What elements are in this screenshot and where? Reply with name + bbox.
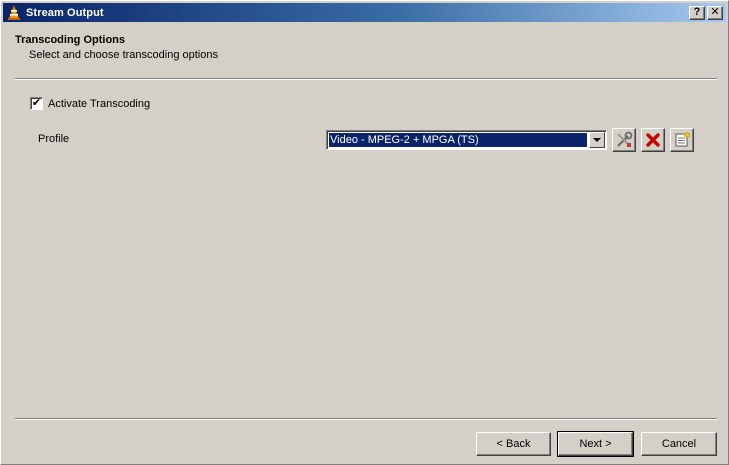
- edit-profile-button[interactable]: [612, 128, 636, 152]
- activate-transcoding-checkbox[interactable]: ✔: [30, 97, 43, 110]
- activate-transcoding-row[interactable]: ✔ Activate Transcoding: [30, 97, 150, 110]
- next-button-label: Next >: [579, 438, 612, 450]
- back-button[interactable]: < Back: [476, 432, 551, 456]
- help-icon: ?: [693, 6, 701, 18]
- back-button-label: < Back: [496, 438, 531, 450]
- dropdown-arrow-button[interactable]: [589, 132, 605, 148]
- page-title: Transcoding Options: [15, 34, 126, 46]
- close-button[interactable]: ✕: [707, 5, 723, 20]
- next-button[interactable]: Next >: [557, 431, 634, 457]
- close-icon: ✕: [710, 6, 720, 18]
- stream-output-dialog: Stream Output ? ✕ Transcoding Options Se…: [0, 0, 729, 465]
- delete-profile-button[interactable]: [641, 128, 665, 152]
- edit-profile-icon: [617, 131, 633, 147]
- profile-label: Profile: [38, 133, 70, 145]
- cancel-button[interactable]: Cancel: [641, 432, 717, 456]
- title-bar[interactable]: Stream Output ? ✕: [3, 3, 726, 22]
- delete-profile-icon: [646, 133, 660, 147]
- vlc-cone-icon: [8, 4, 20, 20]
- page-subtitle: Select and choose transcoding options: [29, 49, 218, 61]
- help-button[interactable]: ?: [689, 5, 705, 20]
- profile-selected-value[interactable]: Video - MPEG-2 + MPGA (TS): [329, 133, 587, 147]
- cancel-button-label: Cancel: [661, 438, 697, 450]
- new-profile-button[interactable]: [670, 128, 694, 152]
- window-title: Stream Output: [26, 6, 104, 19]
- profile-select[interactable]: Video - MPEG-2 + MPGA (TS): [326, 130, 607, 150]
- check-mark-icon: ✔: [31, 97, 42, 109]
- new-profile-icon: [675, 132, 690, 147]
- footer-divider: [15, 418, 717, 420]
- activate-transcoding-label[interactable]: Activate Transcoding: [48, 98, 150, 110]
- header-divider: [15, 78, 717, 80]
- chevron-down-icon: [593, 137, 601, 142]
